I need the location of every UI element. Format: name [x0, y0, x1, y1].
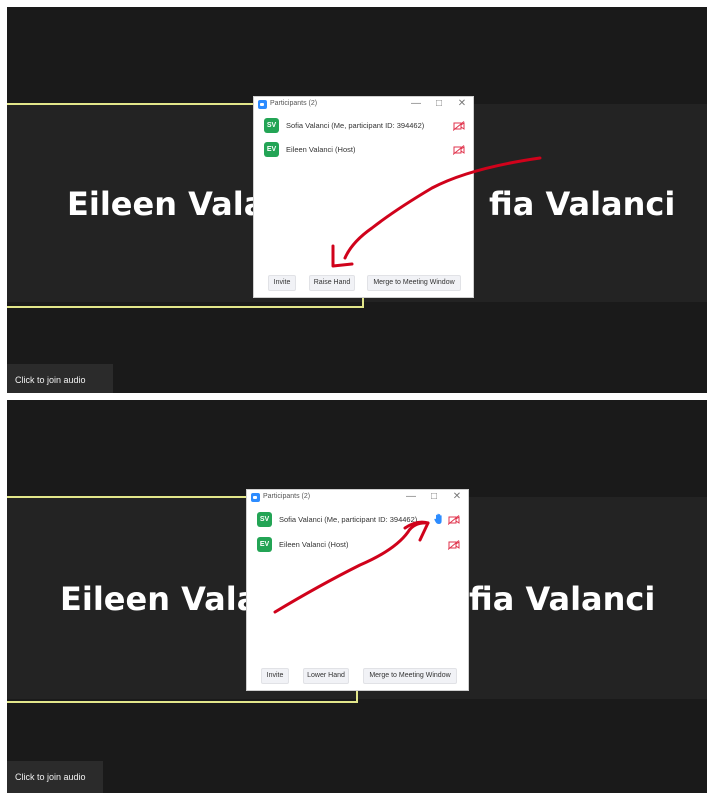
video-off-icon: [448, 515, 460, 525]
participant-row[interactable]: SV Sofia Valanci (Me, participant ID: 39…: [264, 116, 465, 136]
video-off-icon: [453, 121, 465, 131]
lower-hand-button[interactable]: Lower Hand: [303, 668, 349, 684]
participant-name: Sofia Valanci (Me, participant ID: 39446…: [286, 121, 425, 130]
invite-button[interactable]: Invite: [268, 275, 296, 291]
avatar: EV: [264, 142, 279, 157]
participant-row[interactable]: SV Sofia Valanci (Me, participant ID: 39…: [257, 510, 460, 530]
video-off-icon: [453, 145, 465, 155]
participant-name-left: Eileen Vala: [60, 580, 259, 618]
raise-hand-button[interactable]: Raise Hand: [309, 275, 355, 291]
minimize-icon[interactable]: —: [409, 98, 423, 109]
participant-name-right: fia Valanci: [469, 580, 656, 618]
dialog-titlebar: Participants (2) — □ ✕: [247, 490, 468, 506]
avatar: SV: [257, 512, 272, 527]
maximize-icon[interactable]: □: [427, 491, 441, 502]
video-off-icon: [448, 540, 460, 550]
meeting-screenshot-after: Eileen Vala fia Valanci Click to join au…: [7, 400, 707, 793]
participants-dialog: Participants (2) — □ ✕ SV Sofia Valanci …: [253, 96, 474, 298]
participant-name-left: Eileen Vala: [67, 185, 266, 223]
participant-row[interactable]: EV Eileen Valanci (Host): [257, 535, 460, 555]
close-icon[interactable]: ✕: [450, 491, 464, 502]
participants-dialog: Participants (2) — □ ✕ SV Sofia Valanci …: [246, 489, 469, 691]
invite-button[interactable]: Invite: [261, 668, 289, 684]
merge-window-button[interactable]: Merge to Meeting Window: [367, 275, 461, 291]
close-icon[interactable]: ✕: [455, 98, 469, 109]
participant-row[interactable]: EV Eileen Valanci (Host): [264, 140, 465, 160]
raised-hand-icon: [434, 513, 442, 524]
minimize-icon[interactable]: —: [404, 491, 418, 502]
avatar: SV: [264, 118, 279, 133]
meeting-screenshot-before: Eileen Vala fia Valanci Click to join au…: [7, 7, 707, 393]
participant-name: Eileen Valanci (Host): [279, 540, 349, 549]
dialog-title: Participants (2): [270, 100, 318, 107]
participant-name-right: fia Valanci: [489, 185, 676, 223]
join-audio-button[interactable]: Click to join audio: [7, 761, 103, 793]
avatar: EV: [257, 537, 272, 552]
zoom-logo-icon: [251, 493, 260, 502]
join-audio-button[interactable]: Click to join audio: [7, 364, 113, 393]
maximize-icon[interactable]: □: [432, 98, 446, 109]
dialog-titlebar: Participants (2) — □ ✕: [254, 97, 473, 113]
participant-name: Eileen Valanci (Host): [286, 145, 356, 154]
dialog-title: Participants (2): [263, 493, 311, 500]
merge-window-button[interactable]: Merge to Meeting Window: [363, 668, 457, 684]
zoom-logo-icon: [258, 100, 267, 109]
participant-name: Sofia Valanci (Me, participant ID: 39446…: [279, 515, 418, 524]
